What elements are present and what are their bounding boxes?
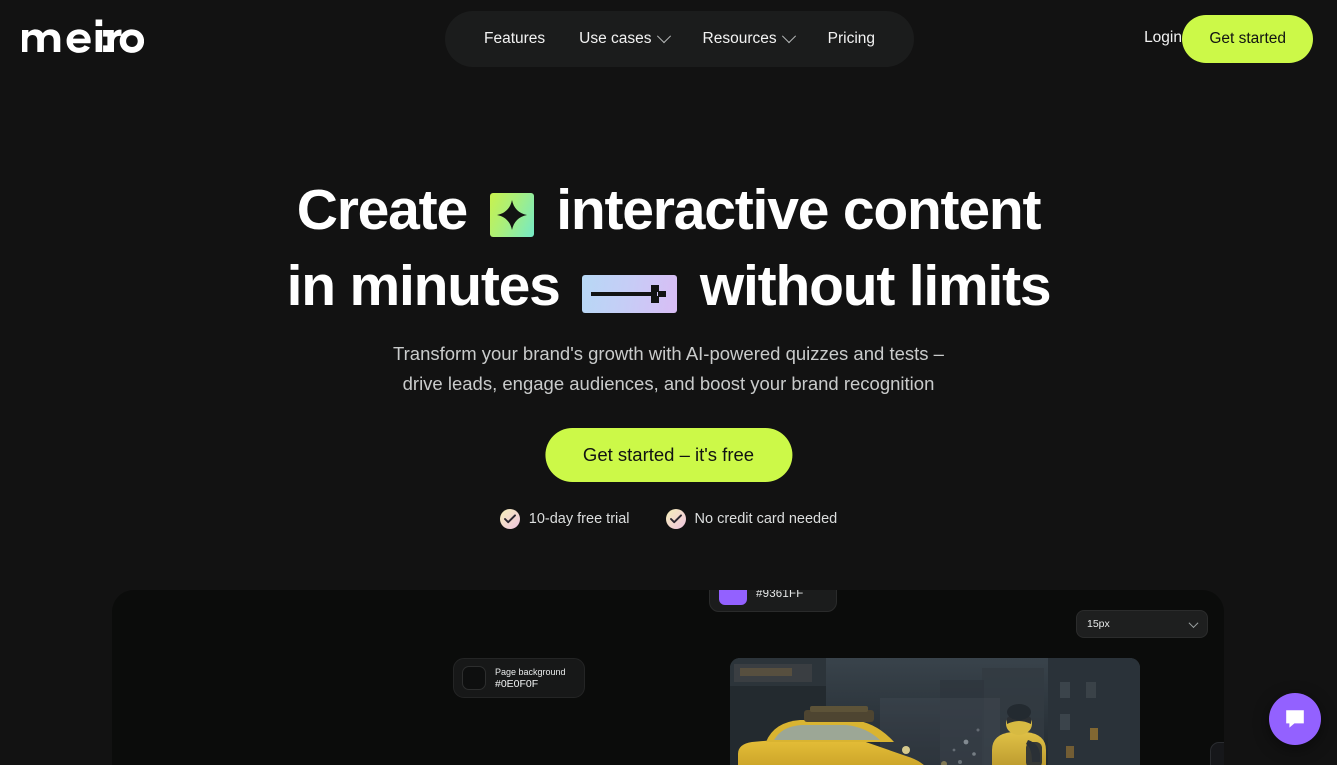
nav-item-resources[interactable]: Resources [686,11,811,67]
headline-text: without limits [699,254,1052,318]
font-size-select[interactable]: 15px [1076,610,1208,638]
chevron-down-icon [656,29,671,44]
headline-line-2: in minutes without limits [0,248,1337,324]
hero-subtitle-line-2: drive leads, engage audiences, and boost… [402,373,935,394]
page-background-card[interactable]: Page background #0E0F0F [453,658,585,698]
nav-item-label: Use cases [579,30,652,47]
chevron-down-icon [781,29,796,44]
trust-item-free-trial: 10-day free trial [499,509,630,529]
page-background-labels: Page background #0E0F0F [495,667,566,690]
ai-generated-image [730,658,1140,765]
trust-indicators: 10-day free trial No credit card needed [0,509,1337,529]
color-swatch-icon [462,666,486,690]
font-size-value: 15px [1087,618,1110,630]
color-chip-hex: #9361FF [756,590,804,600]
login-link[interactable]: Login [1144,29,1182,47]
page-title: Create interactive content in minutes wi… [0,172,1337,324]
color-swatch-icon [719,590,747,605]
page-background-hex: #0E0F0F [495,677,539,690]
chat-widget-button[interactable] [1269,693,1321,745]
get-started-button[interactable]: Get started [1182,15,1313,63]
trust-item-label: 10-day free trial [528,511,630,527]
nav-item-label: Pricing [827,30,876,47]
trust-item-no-credit-card: No credit card needed [665,509,838,529]
trust-item-label: No credit card needed [694,511,838,527]
page-background-title: Page background [495,666,566,677]
headline-text: interactive content [556,178,1041,242]
check-badge-icon [665,509,686,529]
meiro-logo[interactable] [22,18,144,60]
chevron-down-icon [1188,617,1199,628]
main-navigation: Features Use cases Resources Pricing [445,11,915,67]
arrow-right-icon [582,275,678,313]
sparkle-icon [489,193,534,237]
hero-subtitle: Transform your brand's growth with AI-po… [0,339,1337,399]
check-badge-icon [499,509,520,529]
nav-item-label: Resources [702,30,777,47]
headline-text: Create [296,178,468,242]
nav-item-label: Features [484,30,546,47]
app-preview-panel: #9361FF Page background #0E0F0F 15px [112,590,1224,765]
nav-item-features[interactable]: Features [467,11,562,67]
site-header: Features Use cases Resources Pricing Log… [0,0,1337,78]
nav-item-use-cases[interactable]: Use cases [562,11,685,67]
hero-cta-button[interactable]: Get started – it's free [544,428,793,482]
nav-item-pricing[interactable]: Pricing [811,11,892,67]
preview-ui-node [1210,742,1224,765]
color-chip-purple[interactable]: #9361FF [709,590,837,612]
app-preview-canvas: #9361FF Page background #0E0F0F 15px [112,590,1224,765]
headline-line-1: Create interactive content [0,172,1337,248]
landing-page: Features Use cases Resources Pricing Log… [0,0,1337,765]
headline-text: in minutes [286,254,561,318]
hero-subtitle-line-1: Transform your brand's growth with AI-po… [393,343,944,364]
chat-bubble-icon [1286,710,1304,728]
